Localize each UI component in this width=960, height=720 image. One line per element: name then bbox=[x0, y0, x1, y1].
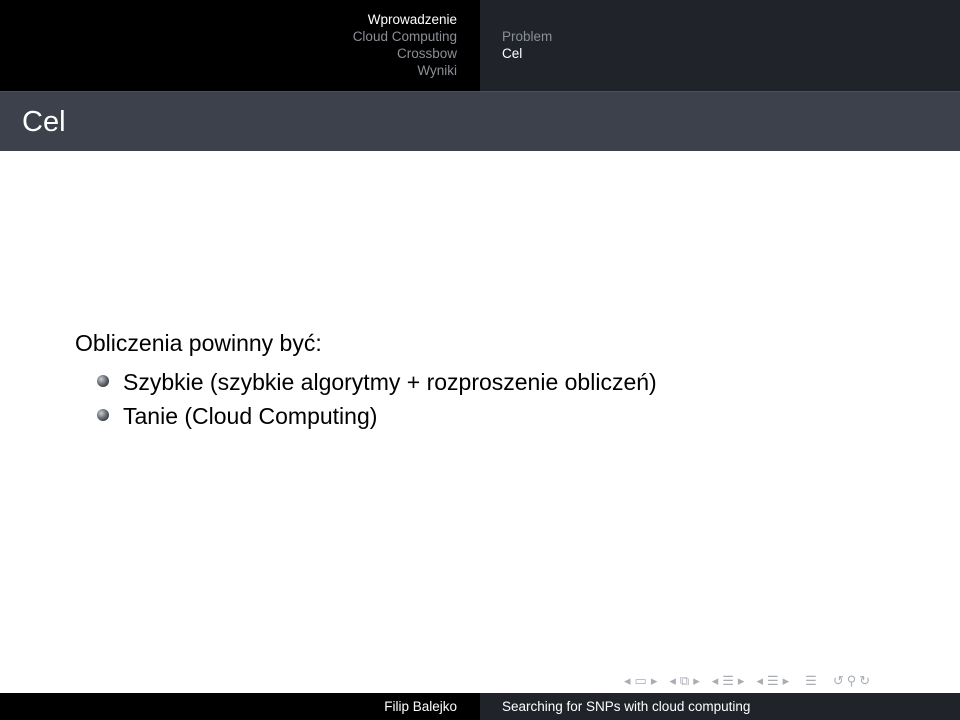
intro-text: Obliczenia powinny być: bbox=[75, 330, 322, 356]
nav-next-slide-icon[interactable]: ▸ bbox=[651, 672, 658, 690]
nav-next-section-icon[interactable]: ▸ bbox=[783, 672, 790, 690]
bullet-ball-icon bbox=[97, 375, 109, 387]
frame-title: Cel bbox=[22, 106, 66, 138]
footer-title: Searching for SNPs with cloud computing bbox=[502, 699, 751, 714]
header-navigation: Wprowadzenie Cloud Computing Crossbow Wy… bbox=[0, 0, 960, 91]
slide-nav-group: ◂ ▭ ▸ bbox=[624, 672, 657, 690]
bullet-text: Szybkie (szybkie algorytmy + rozproszeni… bbox=[123, 369, 657, 395]
subsection-navigation: Problem Cel bbox=[480, 0, 960, 91]
list-item: Szybkie (szybkie algorytmy + rozproszeni… bbox=[75, 365, 657, 399]
bullet-list: Szybkie (szybkie algorytmy + rozproszeni… bbox=[75, 365, 657, 433]
nav-back-icon[interactable]: ↺ bbox=[833, 672, 844, 690]
search-nav-group: ↺ ⚲ ↻ bbox=[833, 672, 870, 690]
nav-subsection-problem[interactable]: Problem bbox=[502, 28, 960, 45]
nav-subsection-icon[interactable]: ☰ bbox=[722, 672, 734, 690]
navigation-symbols: ◂ ▭ ▸ ◂ ⧉ ▸ ◂ ☰ ▸ ◂ ☰ ▸ ☰ ↺ ⚲ ↻ bbox=[624, 672, 952, 690]
nav-prev-frame-icon[interactable]: ◂ bbox=[669, 672, 676, 690]
list-item: Tanie (Cloud Computing) bbox=[75, 399, 657, 433]
nav-next-subsection-icon[interactable]: ▸ bbox=[738, 672, 745, 690]
footer-title-box: Searching for SNPs with cloud computing bbox=[480, 693, 960, 720]
nav-section-cloud-computing[interactable]: Cloud Computing bbox=[0, 28, 457, 45]
footer: Filip Balejko Searching for SNPs with cl… bbox=[0, 693, 960, 720]
slide-content: Obliczenia powinny być: Szybkie (szybkie… bbox=[75, 329, 657, 433]
nav-section-wyniki[interactable]: Wyniki bbox=[0, 62, 457, 79]
frame-title-bar: Cel bbox=[0, 91, 960, 151]
nav-next-frame-icon[interactable]: ▸ bbox=[693, 672, 700, 690]
nav-frame-icon[interactable]: ⧉ bbox=[680, 672, 689, 690]
nav-prev-section-icon[interactable]: ◂ bbox=[756, 672, 763, 690]
frame-nav-group: ◂ ⧉ ▸ bbox=[669, 672, 699, 690]
footer-author-box: Filip Balejko bbox=[0, 693, 480, 720]
bullet-ball-icon bbox=[97, 409, 109, 421]
nav-subsection-cel[interactable]: Cel bbox=[502, 45, 960, 62]
section-navigation: Wprowadzenie Cloud Computing Crossbow Wy… bbox=[0, 0, 480, 91]
nav-section-wprowadzenie[interactable]: Wprowadzenie bbox=[0, 11, 457, 28]
nav-toc-icon[interactable]: ☰ bbox=[805, 672, 817, 690]
subsection-nav-group: ◂ ☰ ▸ bbox=[712, 672, 745, 690]
bullet-text: Tanie (Cloud Computing) bbox=[123, 403, 378, 429]
nav-prev-slide-icon[interactable]: ◂ bbox=[624, 672, 631, 690]
nav-prev-subsection-icon[interactable]: ◂ bbox=[712, 672, 719, 690]
footer-author: Filip Balejko bbox=[384, 699, 457, 714]
nav-forward-icon[interactable]: ↻ bbox=[859, 672, 870, 690]
nav-section-crossbow[interactable]: Crossbow bbox=[0, 45, 457, 62]
section-nav-group: ◂ ☰ ▸ bbox=[756, 672, 789, 690]
nav-search-icon[interactable]: ⚲ bbox=[847, 672, 857, 690]
nav-slide-icon[interactable]: ▭ bbox=[635, 672, 647, 690]
nav-section-icon[interactable]: ☰ bbox=[767, 672, 779, 690]
